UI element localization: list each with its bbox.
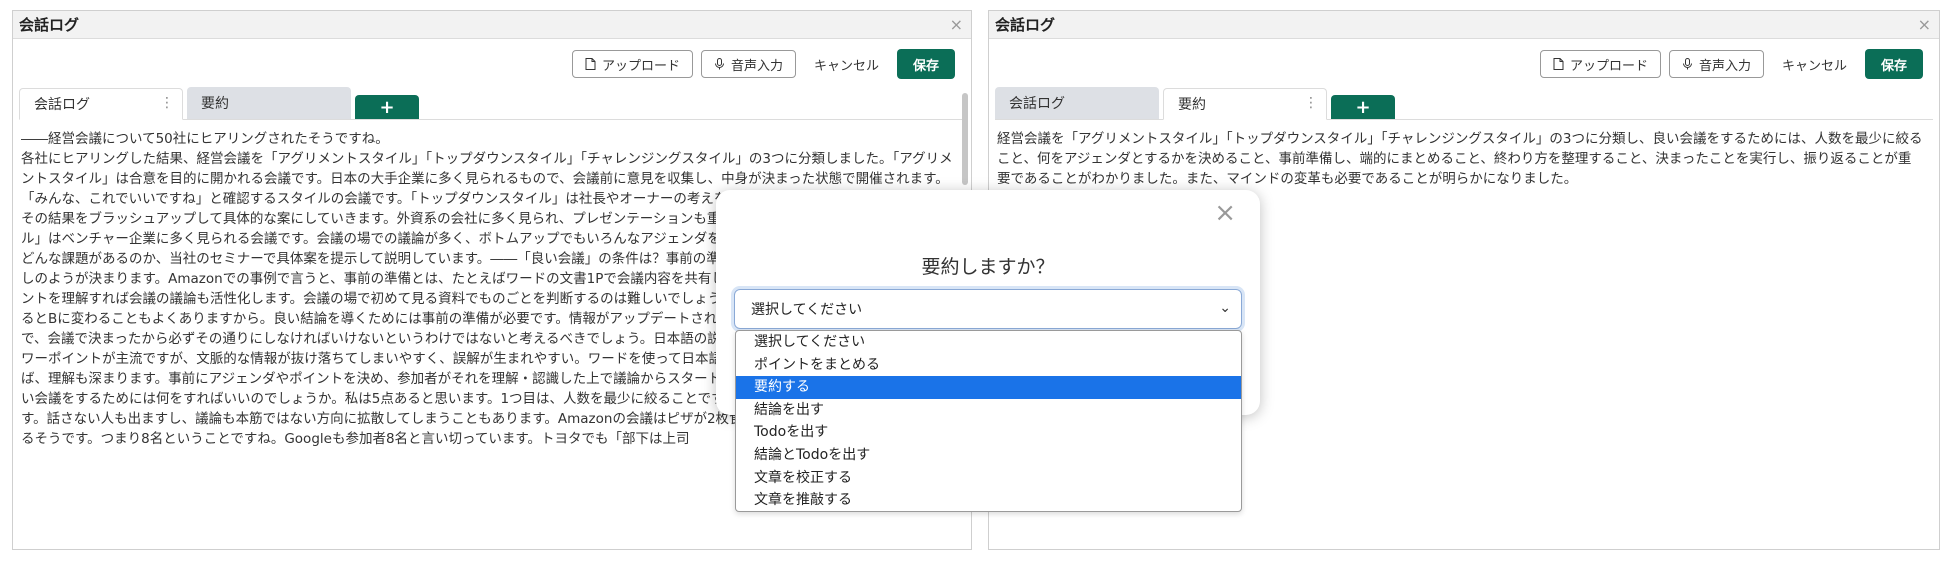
voice-input-label: 音声入力 bbox=[730, 58, 783, 74]
close-icon[interactable]: × bbox=[1918, 15, 1931, 34]
add-tab-button[interactable]: + bbox=[355, 95, 419, 119]
dropdown-option[interactable]: 文章を校正する bbox=[736, 467, 1241, 490]
tab-label: 要約 bbox=[1178, 97, 1206, 113]
close-icon[interactable]: × bbox=[950, 15, 963, 34]
microphone-icon bbox=[1682, 58, 1692, 70]
tab-bar: 会話ログ ⋮ 要約 + bbox=[19, 87, 965, 120]
file-icon bbox=[585, 58, 596, 70]
tab-summary[interactable]: 要約 ⋮ bbox=[1163, 88, 1327, 120]
tab-label: 要約 bbox=[201, 96, 229, 112]
tab-label: 会話ログ bbox=[34, 97, 90, 113]
panel-title: 会話ログ bbox=[995, 16, 1056, 34]
voice-input-button[interactable]: 音声入力 bbox=[1668, 50, 1764, 78]
voice-input-button[interactable]: 音声入力 bbox=[700, 50, 796, 78]
microphone-icon bbox=[714, 58, 724, 70]
upload-label: アップロード bbox=[1569, 58, 1648, 74]
cancel-button[interactable]: キャンセル bbox=[804, 55, 889, 74]
upload-button[interactable]: アップロード bbox=[1539, 50, 1661, 78]
tab-conversation-log[interactable]: 会話ログ ⋮ bbox=[19, 88, 183, 120]
kebab-menu-icon[interactable]: ⋮ bbox=[160, 95, 174, 111]
voice-input-label: 音声入力 bbox=[1698, 58, 1751, 74]
modal-title: 要約しますか？ bbox=[921, 256, 1055, 278]
scrollbar[interactable] bbox=[962, 93, 968, 185]
summary-type-select[interactable]: 選択してください ⌄ bbox=[734, 289, 1242, 329]
select-value: 選択してください bbox=[751, 302, 863, 318]
dropdown-option[interactable]: 選択してください bbox=[736, 331, 1241, 354]
save-button[interactable]: 保存 bbox=[1864, 49, 1923, 79]
file-icon bbox=[1553, 58, 1564, 70]
cancel-button[interactable]: キャンセル bbox=[1772, 55, 1857, 74]
dropdown-option[interactable]: ポイントをまとめる bbox=[736, 354, 1241, 377]
dropdown-option[interactable]: 文章を推敲する bbox=[736, 489, 1241, 511]
dropdown-option[interactable]: Todoを出す bbox=[736, 421, 1241, 444]
tab-label: 会話ログ bbox=[1009, 96, 1065, 112]
panel-title: 会話ログ bbox=[19, 16, 80, 34]
tab-bar: 会話ログ 要約 ⋮ + bbox=[995, 87, 1933, 120]
panel-header: 会話ログ × bbox=[13, 11, 971, 39]
toolbar: アップロード 音声入力 キャンセル 保存 bbox=[1539, 49, 1923, 79]
dropdown-option[interactable]: 要約する bbox=[736, 376, 1241, 399]
kebab-menu-icon[interactable]: ⋮ bbox=[1304, 95, 1318, 111]
select-dropdown-list: 選択してください ポイントをまとめる 要約する 結論を出す Todoを出す 結論とTodo… bbox=[735, 330, 1242, 512]
add-tab-button[interactable]: + bbox=[1331, 95, 1395, 119]
toolbar: アップロード 音声入力 キャンセル 保存 bbox=[571, 49, 955, 79]
upload-button[interactable]: アップロード bbox=[571, 50, 693, 78]
upload-label: アップロード bbox=[601, 58, 680, 74]
dropdown-option[interactable]: 結論とTodoを出す bbox=[736, 444, 1241, 467]
chevron-down-icon: ⌄ bbox=[1219, 300, 1231, 316]
panel-header: 会話ログ × bbox=[989, 11, 1939, 39]
tab-conversation-log[interactable]: 会話ログ bbox=[995, 87, 1159, 119]
close-icon[interactable]: × bbox=[1214, 198, 1236, 228]
tab-summary[interactable]: 要約 bbox=[187, 87, 351, 119]
dropdown-option[interactable]: 結論を出す bbox=[736, 399, 1241, 422]
save-button[interactable]: 保存 bbox=[896, 49, 955, 79]
